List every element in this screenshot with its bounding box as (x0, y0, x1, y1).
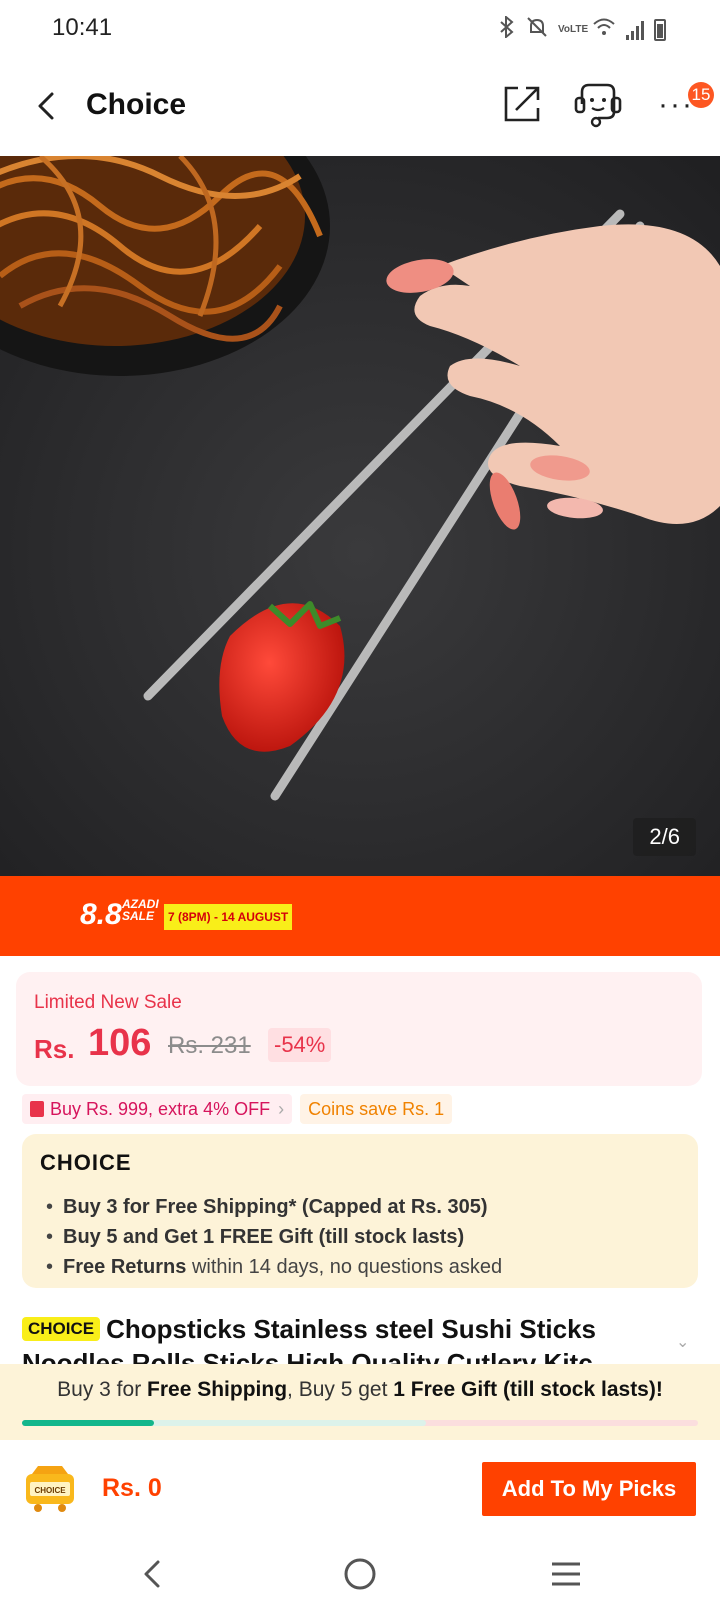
benefit-item: • Buy 3 for Free Shipping* (Capped at Rs.… (46, 1196, 488, 1218)
extra-off-coupon[interactable]: Buy Rs. 999, extra 4% OFF › (22, 1094, 293, 1124)
nav-home-button[interactable] (338, 1554, 382, 1594)
system-nav-bar (0, 1536, 720, 1612)
coins-text: Coins save Rs. 1 (308, 1098, 445, 1119)
price-currency: Rs. (34, 1034, 75, 1064)
promo-part: , Buy 5 get (287, 1378, 394, 1401)
benefit-item: • Free Returns within 14 days, no questio… (46, 1256, 503, 1278)
choice-benefits-card[interactable]: CHOICE • Buy 3 for Free Shipping* (Capped… (22, 1134, 698, 1288)
cart-total: Rs. 0 (102, 1474, 162, 1502)
coupon-row: Buy Rs. 999, extra 4% OFF › Coins save R… (22, 1094, 453, 1124)
promo-strip: Buy 3 for Free Shipping, Buy 5 get 1 Fre… (0, 1364, 720, 1440)
promo-bold: Free Shipping (147, 1378, 288, 1401)
limited-sale-label: Limited New Sale (34, 992, 182, 1013)
product-title: Chopsticks Stainless steel Sushi Sticks … (22, 1314, 615, 1364)
price-card: Limited New Sale Rs. 106 Rs. 231 -54% (16, 972, 702, 1086)
bluetooth-icon (498, 14, 516, 44)
chevron-right-icon: › (278, 1098, 285, 1119)
share-button[interactable] (502, 84, 542, 124)
promo-progress-track (22, 1420, 698, 1426)
choice-badge: CHOICE (22, 1317, 101, 1341)
expand-title-chevron-icon[interactable]: ⌄ (676, 1332, 689, 1352)
back-button[interactable] (30, 86, 70, 126)
discount-badge: -54% (268, 1028, 332, 1062)
sale-banner[interactable]: 8.8 AZADI SALE 7 (8PM) - 14 AUGUST (0, 876, 720, 956)
sale-price: 106 (88, 1022, 152, 1064)
bottom-action-bar: CHOICE Rs. 0 Add To My Picks (0, 1440, 720, 1536)
volte-icon: VoLTE (558, 24, 589, 35)
product-title-row[interactable]: CHOICE Chopsticks Stainless steel Sushi S… (22, 1312, 702, 1364)
extra-off-text: Buy Rs. 999, extra 4% OFF (50, 1098, 271, 1119)
promo-bold: 1 Free Gift (till stock lasts)! (393, 1378, 663, 1401)
image-counter: 2/6 (633, 818, 696, 856)
top-app-bar: Choice ··· (0, 58, 720, 156)
status-icons: VoLTE (498, 14, 666, 44)
customer-service-button[interactable] (572, 82, 624, 128)
choice-logo: CHOICE (40, 1150, 132, 1175)
benefit-bold: Buy 3 for Free Shipping* (Capped at Rs. … (63, 1196, 488, 1218)
nav-home-icon (344, 1558, 376, 1590)
headset-icon (574, 83, 622, 128)
signal-icon (626, 20, 644, 40)
notification-badge: 15 (688, 82, 714, 108)
sale-dates: 7 (8PM) - 14 AUGUST (164, 904, 293, 930)
share-icon (504, 86, 540, 122)
status-bar: 10:41 VoLTE (0, 0, 720, 58)
page-title: Choice (86, 88, 187, 121)
cart-label: CHOICE (34, 1486, 66, 1495)
promo-part: Buy 3 for (57, 1378, 148, 1401)
coins-coupon[interactable]: Coins save Rs. 1 (300, 1094, 453, 1124)
benefit-bold: Buy 5 and Get 1 FREE Gift (till stock la… (63, 1226, 465, 1248)
mute-icon (526, 16, 548, 44)
status-time: 10:41 (52, 14, 113, 41)
sale-number: 8.8 (80, 898, 122, 931)
nav-back-icon (144, 1560, 160, 1588)
product-image-gallery[interactable]: 2/6 (0, 156, 720, 876)
benefit-rest: within 14 days, no questions asked (186, 1256, 503, 1278)
benefit-bold: Free Returns (63, 1256, 187, 1278)
nav-menu-icon (552, 1562, 580, 1586)
nav-back-button[interactable] (132, 1554, 176, 1594)
nav-recents-button[interactable] (544, 1554, 588, 1594)
choice-cart-icon[interactable]: CHOICE (22, 1464, 78, 1514)
add-to-my-picks-button[interactable]: Add To My Picks (482, 1462, 696, 1516)
promo-progress-fill (22, 1420, 154, 1426)
product-photo (0, 156, 720, 876)
chevron-left-icon (38, 92, 54, 120)
original-price: Rs. 231 (168, 1032, 251, 1059)
coupon-icon (30, 1101, 44, 1117)
battery-icon (654, 19, 666, 41)
sale-name: AZADI SALE (122, 897, 159, 923)
benefit-item: • Buy 5 and Get 1 FREE Gift (till stock l… (46, 1226, 465, 1248)
promo-text: Buy 3 for Free Shipping, Buy 5 get 1 Fre… (0, 1378, 720, 1402)
wifi-icon (592, 17, 616, 43)
